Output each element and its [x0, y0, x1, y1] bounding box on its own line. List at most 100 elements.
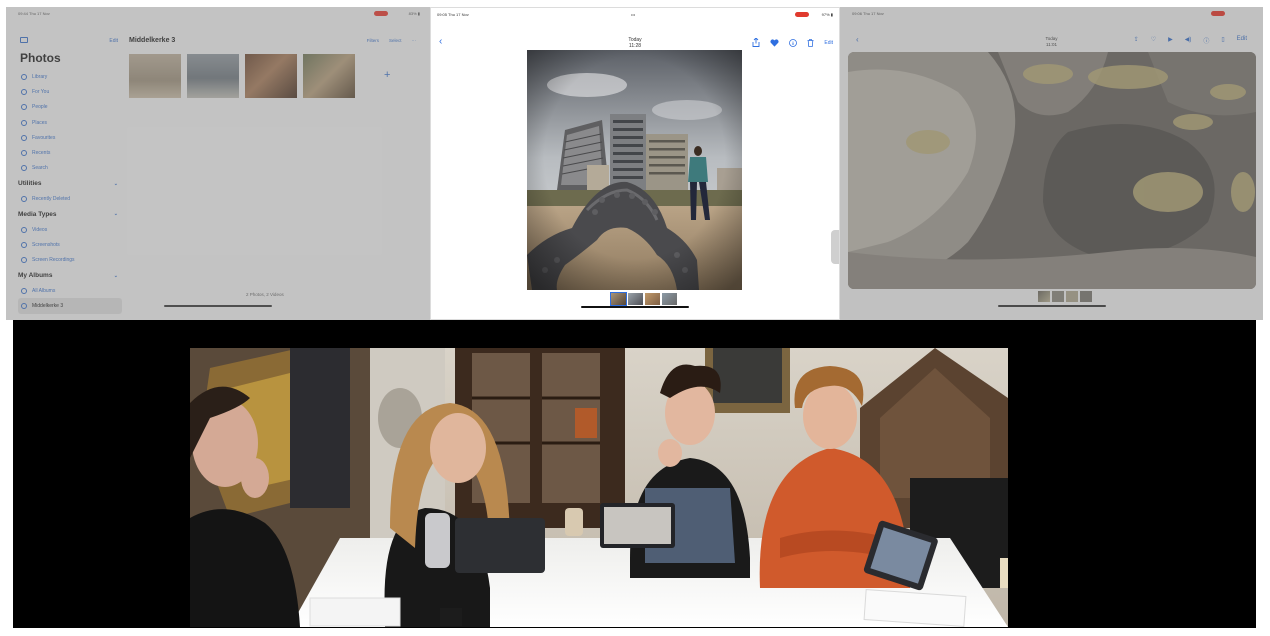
sidebar-item[interactable]: Videos — [18, 222, 122, 237]
sidebar-item-icon — [21, 165, 27, 172]
album-title: Middelkerke 3 — [129, 37, 176, 44]
photo-viewer-panel[interactable]: 09:05 Thu 17 Nov ••• 97% ▮ ‹ Today 11:28… — [430, 7, 840, 320]
sidebar-item[interactable]: Screenshots — [18, 237, 122, 252]
album-thumbnail[interactable] — [129, 54, 181, 98]
sidebar-item-icon — [21, 73, 27, 80]
trash-icon[interactable] — [807, 38, 814, 47]
sidebar-item-label: Recents — [32, 150, 51, 157]
battery-indicator: 97% ▮ — [821, 12, 833, 17]
sidebar-item[interactable]: Search — [18, 161, 122, 176]
album-thumbnail[interactable] — [187, 54, 239, 98]
meeting-scene — [190, 348, 1008, 627]
sidebar-item-label: My Albums — [18, 272, 53, 279]
edit-button[interactable]: Edit — [1237, 36, 1247, 45]
filmstrip — [1038, 291, 1092, 302]
sidebar-item-icon — [21, 287, 27, 294]
sidebar-item-label: Places — [32, 119, 48, 126]
sidebar-item[interactable]: People — [18, 100, 122, 115]
detail-toolbar: ⇪ ♡ ▶ ◀) ⓘ ▯ Edit — [1134, 36, 1247, 45]
filmstrip-thumbnail[interactable] — [628, 293, 643, 305]
status-bar: 09:44 Thu 17 Nov 83% ▮ — [6, 11, 430, 21]
sidebar-item-icon — [21, 226, 27, 233]
sidebar-item-icon — [21, 196, 27, 203]
photos-library-panel[interactable]: 09:44 Thu 17 Nov 83% ▮ Edit Photos Libra… — [6, 7, 430, 320]
sidebar-toggle-icon[interactable] — [20, 37, 28, 43]
sidebar-item[interactable]: Middelkerke 3 — [18, 298, 122, 314]
status-bar: 09:06 Thu 17 Nov — [840, 11, 1263, 21]
info-icon[interactable] — [789, 38, 798, 47]
sidebar-item-label: People — [32, 104, 48, 111]
chevron-down-icon[interactable]: ⌄ — [114, 181, 118, 187]
sidebar-item-icon — [21, 150, 27, 157]
album-thumbnail[interactable] — [245, 54, 297, 98]
sidebar-item-icon — [21, 134, 27, 141]
photos-title: Photos — [20, 51, 61, 65]
album-thumbnail[interactable] — [303, 54, 355, 98]
share-icon[interactable]: ⇪ — [1134, 36, 1139, 45]
sidebar-list: Library For You People Places Favourites Rece… — [18, 69, 122, 314]
sidebar-item[interactable]: Screen Recordings — [18, 253, 122, 268]
recording-indicator — [1211, 11, 1225, 16]
sidebar-item-label: Recently Deleted — [32, 196, 71, 203]
photo-viewer-image[interactable] — [527, 50, 742, 290]
info-icon[interactable]: ⓘ — [1203, 36, 1209, 45]
play-icon[interactable]: ▶ — [1168, 36, 1173, 45]
detail-panel[interactable]: 09:06 Thu 17 Nov ‹ Today 11:01 ⇪ ♡ ▶ ◀) … — [840, 7, 1263, 320]
sidebar-item-label: Favourites — [32, 134, 56, 141]
more-button[interactable]: ··· — [412, 38, 417, 43]
edit-button[interactable]: Edit — [824, 40, 833, 46]
sidebar-item-icon — [21, 303, 27, 310]
sidebar-item[interactable]: Library — [18, 69, 122, 84]
heart-icon[interactable] — [770, 38, 779, 47]
status-time: 09:05 Thu 17 Nov — [437, 12, 469, 17]
trash-icon[interactable]: ▯ — [1221, 36, 1224, 45]
detail-image[interactable] — [848, 52, 1256, 289]
slide-over-handle[interactable] — [831, 230, 839, 264]
sidebar-item-icon — [21, 104, 27, 111]
sidebar-section-header[interactable]: Media Types ⌄ — [18, 207, 122, 222]
sidebar-item-label: Media Types — [18, 210, 57, 218]
sidebar-item[interactable]: Recents — [18, 145, 122, 160]
sidebar-item-icon — [21, 257, 27, 264]
sidebar-section-header[interactable]: My Albums ⌄ — [18, 268, 122, 283]
filmstrip-thumbnail[interactable] — [645, 293, 660, 305]
filmstrip-thumbnail[interactable] — [1066, 291, 1078, 302]
sidebar-item-icon — [21, 119, 27, 126]
sidebar-item-label: Screen Recordings — [32, 257, 75, 264]
chevron-down-icon[interactable]: ⌄ — [114, 211, 118, 217]
filters-button[interactable]: Filters — [367, 38, 379, 43]
plus-icon[interactable]: + — [384, 69, 390, 81]
sidebar-item[interactable]: Favourites — [18, 130, 122, 145]
select-button[interactable]: Select — [389, 38, 402, 43]
rock-texture-photo — [848, 52, 1256, 289]
sidebar-item-label: For You — [32, 88, 50, 95]
heart-icon[interactable]: ♡ — [1151, 36, 1156, 45]
recording-indicator — [795, 12, 809, 17]
album-count: 2 Photos, 2 Videos — [246, 292, 284, 297]
status-bar: 09:05 Thu 17 Nov ••• 97% ▮ — [431, 12, 839, 22]
filmstrip-thumbnail[interactable] — [662, 293, 677, 305]
multitask-dots[interactable]: ••• — [631, 12, 635, 17]
filmstrip — [610, 292, 677, 306]
sidebar-item[interactable]: Places — [18, 115, 122, 130]
sidebar-item-label: Utilities — [18, 180, 42, 188]
filmstrip-thumbnail[interactable] — [1052, 291, 1064, 302]
chevron-down-icon[interactable]: ⌄ — [114, 273, 118, 279]
viewer-toolbar: Edit — [752, 38, 833, 47]
sidebar-edit-button[interactable]: Edit — [109, 38, 118, 44]
meeting-video[interactable] — [190, 348, 1008, 627]
sidebar-item-label: Videos — [32, 226, 48, 233]
sidebar-item-icon — [21, 88, 27, 95]
filmstrip-thumbnail[interactable] — [610, 292, 627, 306]
volume-icon[interactable]: ◀) — [1185, 36, 1192, 45]
recording-indicator — [374, 11, 388, 16]
share-icon[interactable] — [752, 38, 760, 47]
sidebar-item[interactable]: Recently Deleted — [18, 191, 122, 206]
filmstrip-thumbnail[interactable] — [1038, 291, 1050, 302]
screen: 09:44 Thu 17 Nov 83% ▮ Edit Photos Libra… — [0, 0, 1270, 636]
filmstrip-thumbnail[interactable] — [1080, 291, 1092, 302]
sidebar-item[interactable]: All Albums — [18, 283, 122, 298]
home-indicator — [164, 305, 272, 307]
sidebar-section-header[interactable]: Utilities ⌄ — [18, 176, 122, 191]
sidebar-item[interactable]: For You — [18, 84, 122, 99]
